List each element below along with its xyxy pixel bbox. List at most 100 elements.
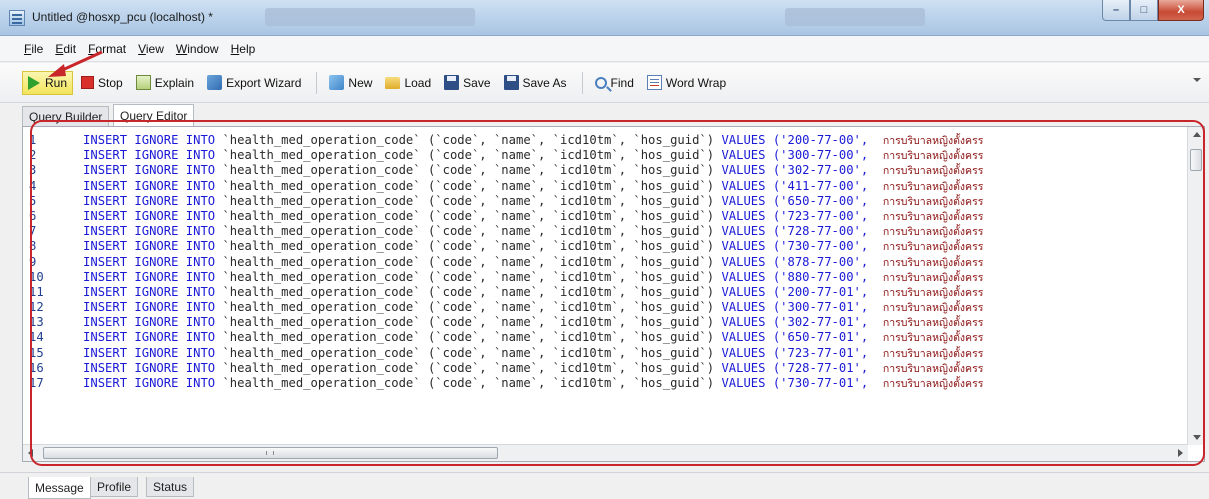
- sql-keyword: IGNORE: [134, 376, 179, 390]
- export-wizard-button[interactable]: Export Wizard: [202, 71, 306, 95]
- code-line: INSERT IGNORE INTO `health_med_operation…: [61, 224, 1185, 239]
- line-number: 7: [29, 224, 37, 239]
- line-number: 16: [29, 360, 44, 375]
- save-as-icon: [503, 75, 519, 90]
- new-query-icon: [329, 75, 345, 90]
- sql-name-value: การบริบาลหญิงตั้งครร: [882, 241, 984, 254]
- line-number: 17: [29, 376, 44, 390]
- sql-name-value: การบริบาลหญิงตั้งครร: [882, 362, 984, 375]
- menu-view[interactable]: View: [138, 42, 164, 56]
- menu-help[interactable]: Help: [231, 42, 256, 56]
- horizontal-scrollbar[interactable]: [23, 444, 1188, 461]
- word-wrap-label: Word Wrap: [665, 75, 727, 90]
- find-label: Find: [610, 75, 634, 90]
- sql-keyword: VALUES: [721, 208, 766, 223]
- sql-name-value: การบริบาลหญิงตั้งครร: [882, 378, 984, 390]
- sql-code-value: ('650-77-00',: [772, 193, 869, 208]
- sql-keyword: INSERT: [83, 208, 128, 223]
- sql-keyword: IGNORE: [134, 300, 179, 315]
- run-label: Run: [45, 75, 68, 90]
- minimize-button[interactable]: –: [1102, 0, 1130, 21]
- sql-code-value: ('728-77-00',: [772, 224, 869, 239]
- sql-column-list: (`code`, `name`, `icd10tm`, `hos_guid`): [427, 376, 715, 390]
- scroll-right-icon[interactable]: [1178, 449, 1183, 457]
- word-wrap-button[interactable]: Word Wrap: [642, 71, 731, 95]
- save-button[interactable]: Save: [439, 71, 495, 95]
- horizontal-scroll-thumb[interactable]: [43, 447, 498, 459]
- code-line: INSERT IGNORE INTO `health_med_operation…: [61, 330, 1185, 345]
- sql-column-list: (`code`, `name`, `icd10tm`, `hos_guid`): [427, 208, 715, 223]
- sql-code-value: ('723-77-01',: [772, 345, 869, 360]
- tab-status[interactable]: Status: [146, 477, 195, 497]
- sql-column-list: (`code`, `name`, `icd10tm`, `hos_guid`): [427, 193, 715, 208]
- run-button[interactable]: Run: [22, 70, 74, 95]
- sql-keyword: INTO: [185, 133, 216, 147]
- tab-query-editor[interactable]: Query Editor: [113, 104, 195, 126]
- line-number: 11: [29, 284, 44, 299]
- scroll-up-icon[interactable]: [1193, 132, 1201, 137]
- code-line: INSERT IGNORE INTO `health_med_operation…: [61, 209, 1185, 224]
- line-number: 10: [29, 269, 44, 284]
- line-number: 5: [29, 193, 37, 208]
- sql-name-value: การบริบาลหญิงตั้งครร: [882, 256, 984, 269]
- sql-keyword: VALUES: [721, 330, 766, 345]
- sql-table-name: `health_med_operation_code`: [222, 163, 421, 178]
- sql-column-list: (`code`, `name`, `icd10tm`, `hos_guid`): [427, 315, 715, 330]
- code-line: INSERT IGNORE INTO `health_med_operation…: [61, 179, 1185, 194]
- sql-keyword: IGNORE: [134, 133, 179, 147]
- menu-format[interactable]: Format: [88, 42, 126, 56]
- code-area[interactable]: INSERT IGNORE INTO `health_med_operation…: [61, 133, 1185, 445]
- line-number: 3: [29, 163, 37, 178]
- code-line: INSERT IGNORE INTO `health_med_operation…: [61, 361, 1185, 376]
- vertical-scroll-thumb[interactable]: [1190, 149, 1202, 171]
- find-button[interactable]: Find: [590, 71, 639, 95]
- menu-file[interactable]: File: [24, 42, 43, 56]
- scroll-down-icon[interactable]: [1193, 435, 1201, 440]
- sql-code-value: ('723-77-00',: [772, 208, 869, 223]
- sql-keyword: IGNORE: [134, 345, 179, 360]
- code-line: INSERT IGNORE INTO `health_med_operation…: [61, 163, 1185, 178]
- explain-button[interactable]: Explain: [131, 71, 199, 95]
- line-number: 2: [29, 148, 37, 163]
- save-as-button[interactable]: Save As: [499, 71, 572, 95]
- close-button[interactable]: X: [1158, 0, 1204, 21]
- sql-keyword: IGNORE: [134, 178, 179, 193]
- sql-code-value: ('880-77-00',: [772, 269, 869, 284]
- sql-table-name: `health_med_operation_code`: [222, 269, 421, 284]
- sql-name-value: การบริบาลหญิงตั้งครร: [882, 332, 984, 345]
- toolbar-overflow-icon[interactable]: [1193, 78, 1201, 82]
- scroll-left-icon[interactable]: [28, 449, 33, 457]
- maximize-button[interactable]: □: [1130, 0, 1158, 21]
- sql-keyword: VALUES: [721, 254, 766, 269]
- sql-column-list: (`code`, `name`, `icd10tm`, `hos_guid`): [427, 360, 715, 375]
- menu-edit[interactable]: Edit: [55, 42, 76, 56]
- sql-keyword: IGNORE: [134, 269, 179, 284]
- sql-keyword: VALUES: [721, 345, 766, 360]
- tab-query-builder[interactable]: Query Builder: [22, 106, 110, 126]
- sql-editor[interactable]: 1 2 3 4 5 6 7 8 9 10 11 12 13 14 15 16 17 INSERT IGNORE …: [22, 126, 1205, 462]
- sql-column-list: (`code`, `name`, `icd10tm`, `hos_guid`): [427, 345, 715, 360]
- vertical-scrollbar[interactable]: [1187, 127, 1204, 445]
- sql-table-name: `health_med_operation_code`: [222, 330, 421, 345]
- sql-table-name: `health_med_operation_code`: [222, 360, 421, 375]
- load-label: Load: [404, 75, 432, 90]
- sql-keyword: IGNORE: [134, 148, 179, 163]
- line-number: 9: [29, 254, 37, 269]
- tab-profile[interactable]: Profile: [90, 477, 139, 497]
- result-tabs: Message Profile Status: [0, 472, 1209, 499]
- menu-window[interactable]: Window: [176, 42, 219, 56]
- sql-name-value: การบริบาลหญิงตั้งครร: [882, 226, 984, 239]
- load-button[interactable]: Load: [380, 71, 436, 95]
- sql-column-list: (`code`, `name`, `icd10tm`, `hos_guid`): [427, 284, 715, 299]
- sql-keyword: VALUES: [721, 376, 766, 390]
- stop-button[interactable]: Stop: [76, 71, 128, 95]
- sql-table-name: `health_med_operation_code`: [222, 178, 421, 193]
- sql-keyword: IGNORE: [134, 315, 179, 330]
- sql-code-value: ('302-77-00',: [772, 163, 869, 178]
- sql-column-list: (`code`, `name`, `icd10tm`, `hos_guid`): [427, 300, 715, 315]
- save-label: Save: [463, 75, 491, 90]
- sql-keyword: INTO: [185, 376, 216, 390]
- window-controls: – □ X: [1102, 0, 1204, 21]
- tab-message[interactable]: Message: [28, 477, 91, 499]
- new-button[interactable]: New: [324, 71, 377, 95]
